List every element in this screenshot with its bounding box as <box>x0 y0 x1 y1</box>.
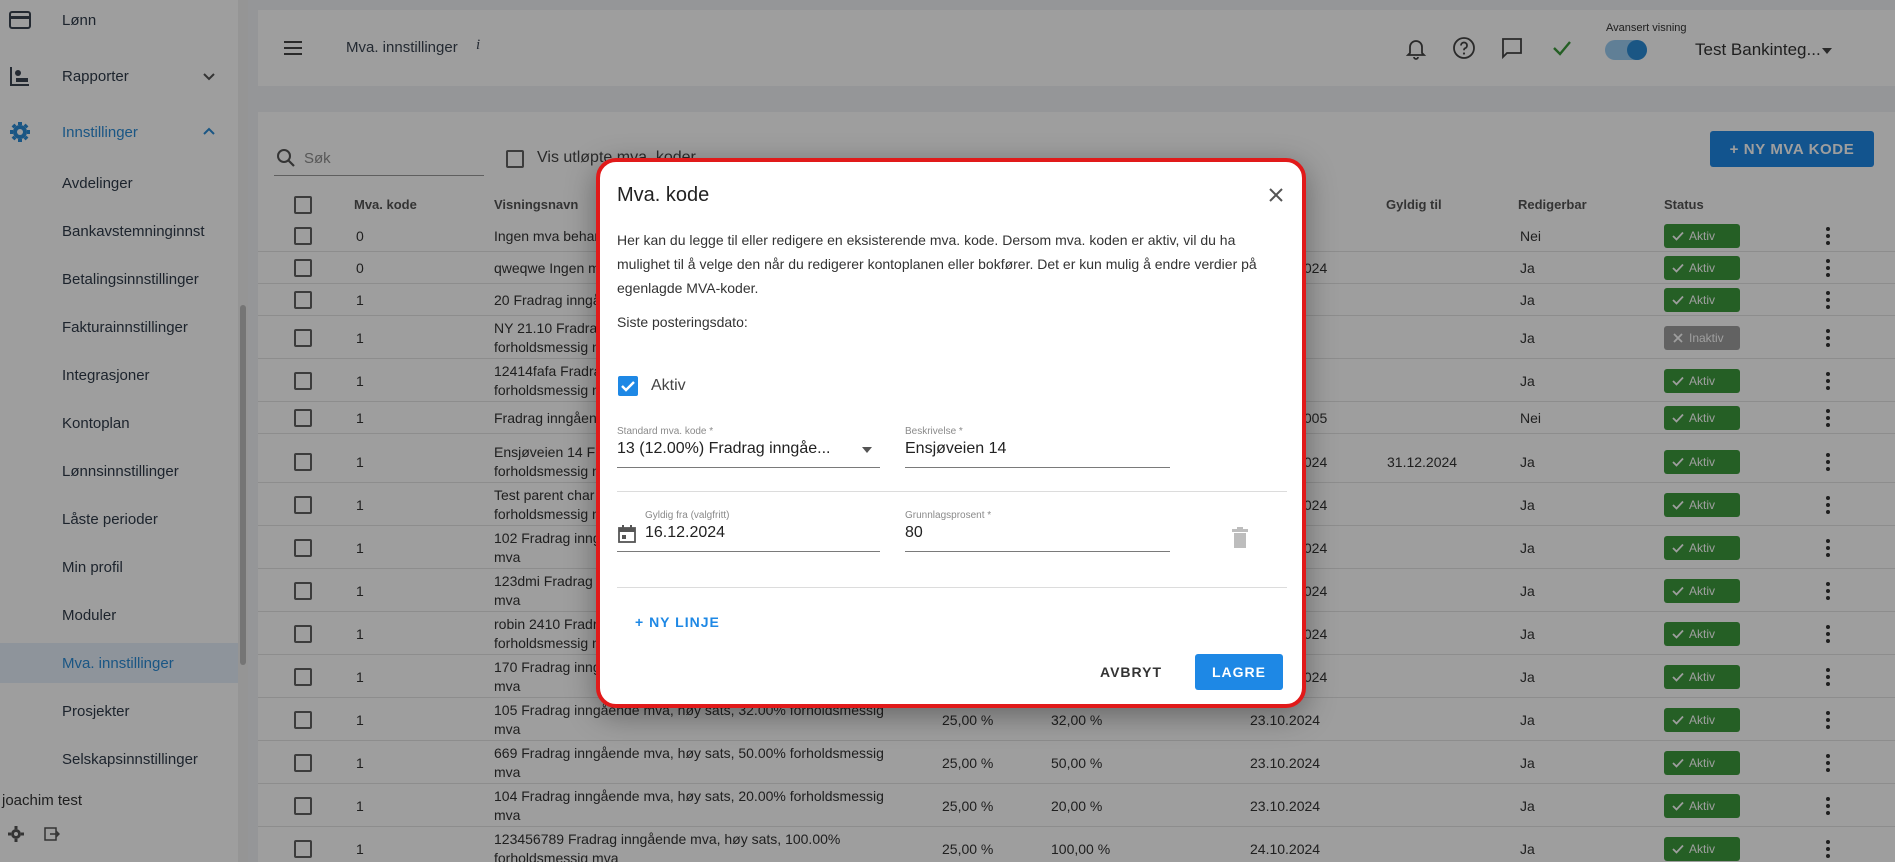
checkmark-icon <box>621 381 635 392</box>
divider <box>617 587 1287 588</box>
description-value: Ensjøveien 14 <box>905 440 1007 457</box>
description-label: Beskrivelse * <box>905 426 963 437</box>
vat-code-dialog: Mva. kode Her kan du legge til eller red… <box>596 158 1306 708</box>
base-percent-label: Grunnlagsprosent * <box>905 510 992 521</box>
standard-vat-code-label: Standard mva. kode * <box>617 426 714 437</box>
calendar-icon[interactable] <box>617 524 637 544</box>
dialog-description: Her kan du legge til eller redigere en e… <box>617 232 1257 296</box>
active-label: Aktiv <box>651 377 686 394</box>
new-line-button[interactable]: + NY LINJE <box>635 614 720 630</box>
cancel-button[interactable]: AVBRYT <box>1086 654 1176 690</box>
valid-from-label: Gyldig fra (valgfritt) <box>645 510 730 521</box>
dropdown-arrow-icon <box>862 447 872 453</box>
description-input[interactable]: Beskrivelse * Ensjøveien 14 <box>905 426 1170 468</box>
active-checkbox[interactable] <box>618 376 638 396</box>
valid-from-input[interactable]: Gyldig fra (valgfritt) 16.12.2024 <box>617 510 880 552</box>
base-percent-input[interactable]: Grunnlagsprosent * 80 <box>905 510 1170 552</box>
standard-vat-code-select[interactable]: Standard mva. kode * 13 (12.00%) Fradrag… <box>617 426 880 468</box>
valid-from-value: 16.12.2024 <box>645 524 726 541</box>
base-percent-value: 80 <box>905 524 923 541</box>
dialog-title: Mva. kode <box>617 184 710 206</box>
delete-icon[interactable] <box>1230 526 1250 550</box>
last-posting-label: Siste posteringsdato: <box>617 314 748 330</box>
standard-vat-code-value: 13 (12.00%) Fradrag inngåe... <box>617 440 831 457</box>
save-button[interactable]: LAGRE <box>1195 654 1283 690</box>
close-icon[interactable] <box>1265 184 1287 206</box>
divider <box>617 491 1287 492</box>
